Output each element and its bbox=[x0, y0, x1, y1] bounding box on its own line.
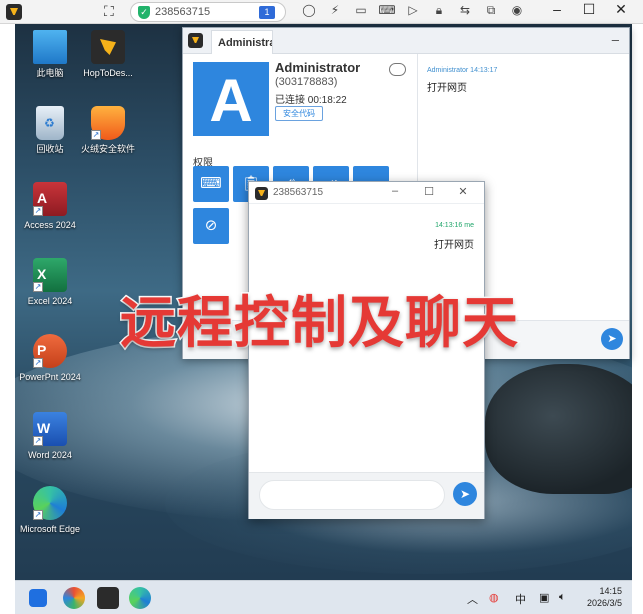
start-windows-icon[interactable] bbox=[29, 589, 47, 607]
app-logo-icon bbox=[255, 187, 268, 200]
minimize-button[interactable]: – bbox=[378, 185, 412, 198]
close-button[interactable]: ✕ bbox=[605, 1, 637, 18]
kangaroo-icon bbox=[91, 30, 125, 64]
desktop-icon-excel[interactable]: X ↗ Excel 2024 bbox=[15, 258, 85, 307]
send-icon: ➤ bbox=[607, 333, 617, 345]
maximize-button[interactable]: ☐ bbox=[573, 1, 605, 18]
maximize-button[interactable]: ☐ bbox=[412, 185, 446, 198]
send-button[interactable]: ➤ bbox=[453, 482, 477, 506]
send-icon: ➤ bbox=[459, 487, 471, 501]
chat-icon[interactable] bbox=[389, 63, 406, 76]
monitor-badge[interactable]: 1 bbox=[259, 6, 275, 19]
chat-icon[interactable]: ◯ bbox=[296, 3, 322, 18]
desktop-icon-edge[interactable]: ↗ Microsoft Edge bbox=[15, 486, 85, 535]
hoptodesk-taskbar-icon[interactable] bbox=[97, 587, 119, 609]
huorong-shield-icon: ↗ bbox=[91, 106, 125, 140]
lock-icon[interactable]: 🔒︎ bbox=[426, 3, 452, 18]
clock-time: 14:15 bbox=[599, 586, 622, 596]
send-button[interactable]: ➤ bbox=[601, 328, 623, 350]
desktop-icon-label: Excel 2024 bbox=[27, 296, 73, 306]
block-permission-button[interactable]: ⊘ bbox=[193, 208, 229, 244]
desktop-icon-label: Microsoft Edge bbox=[19, 524, 81, 534]
word-icon: W ↗ bbox=[33, 412, 67, 446]
title-bar: 238563715 – ☐ ✕ bbox=[249, 182, 484, 204]
app-logo-icon bbox=[188, 33, 203, 48]
window-title: 238563715 bbox=[273, 187, 324, 198]
window-controls: – ☐ ✕ bbox=[378, 185, 480, 198]
user-name: Administrator bbox=[275, 60, 361, 75]
message-meta: 14:13:16 me bbox=[435, 222, 474, 229]
minimize-button[interactable]: – bbox=[612, 32, 619, 47]
desktop-icon-word[interactable]: W ↗ Word 2024 bbox=[15, 412, 85, 461]
recycle-bin-icon: ♻ bbox=[36, 106, 64, 140]
desktop-icon-label: PowerPnt 2024 bbox=[19, 372, 81, 382]
window-controls: – ☐ ✕ bbox=[541, 1, 637, 18]
screen-icon[interactable]: ⧉ bbox=[478, 3, 504, 18]
desktop-icon-powerpoint[interactable]: P ↗ PowerPnt 2024 bbox=[15, 334, 85, 383]
session-id-pill[interactable]: ✓ 238563715 1 bbox=[130, 2, 286, 22]
shortcut-arrow-icon: ↗ bbox=[33, 436, 43, 446]
input-language[interactable]: 中 bbox=[515, 591, 526, 607]
session-id: 238563715 bbox=[155, 6, 211, 18]
video-icon[interactable]: ▷ bbox=[400, 3, 426, 18]
avatar: A bbox=[193, 62, 269, 136]
wallpaper-rock bbox=[485, 364, 632, 494]
toolbar-icons: ◯ ⚡ ▭ ⌨ ▷ 🔒︎ ⇆ ⧉ ◉ bbox=[296, 3, 530, 18]
clock-date: 2026/3/5 bbox=[586, 598, 622, 608]
remote-toolbar: ⛶ ✓ 238563715 1 ◯ ⚡ ▭ ⌨ ▷ 🔒︎ ⇆ ⧉ ◉ – ☐ ✕ bbox=[0, 0, 643, 24]
powerpoint-icon: P ↗ bbox=[33, 334, 67, 368]
network-icon[interactable]: ▣ bbox=[539, 591, 549, 604]
desktop-icon-hoptodesk[interactable]: HopToDes... bbox=[73, 30, 143, 79]
desktop-icon-huorong[interactable]: ↗ 火绒安全软件 bbox=[73, 106, 143, 155]
shortcut-arrow-icon: ↗ bbox=[91, 130, 101, 140]
desktop-icon-label: 火绒安全软件 bbox=[80, 144, 135, 154]
monitor-icon[interactable]: ▭ bbox=[348, 3, 374, 18]
eye-icon[interactable]: ◉ bbox=[504, 3, 530, 18]
tab-administrator[interactable]: Administrator bbox=[211, 30, 273, 54]
minimize-button[interactable]: – bbox=[541, 1, 573, 18]
chat-sender-meta: Administrator 14:13:17 bbox=[427, 67, 498, 74]
app-logo-icon bbox=[6, 4, 22, 20]
edge-taskbar-icon[interactable] bbox=[129, 587, 151, 609]
shortcut-arrow-icon: ↗ bbox=[33, 206, 43, 216]
access-icon: A ↗ bbox=[33, 182, 67, 216]
shortcut-arrow-icon: ↗ bbox=[33, 282, 43, 292]
clock[interactable]: 14:15 2026/3/5 bbox=[587, 585, 622, 609]
volume-icon[interactable]: 🔈︎ bbox=[559, 591, 566, 604]
lightning-icon[interactable]: ⚡ bbox=[322, 3, 348, 18]
monitor-icon bbox=[33, 30, 67, 64]
taskbar: ︿ ◍ 中 ▣ 🔈︎ 14:15 2026/3/5 bbox=[15, 580, 632, 614]
settings-icon[interactable] bbox=[63, 587, 85, 609]
user-id: (303178883) bbox=[275, 76, 338, 88]
screen: ⛶ ✓ 238563715 1 ◯ ⚡ ▭ ⌨ ▷ 🔒︎ ⇆ ⧉ ◉ – ☐ ✕ bbox=[0, 0, 643, 614]
chevron-up-icon[interactable]: ︿ bbox=[467, 591, 478, 607]
connection-status: 已连接 00:18:22 bbox=[275, 95, 347, 106]
desktop-icon-label: Access 2024 bbox=[24, 220, 76, 230]
shortcut-arrow-icon: ↗ bbox=[33, 510, 43, 520]
keyboard-icon: ⌨ bbox=[200, 175, 222, 192]
desktop-icon-access[interactable]: A ↗ Access 2024 bbox=[15, 182, 85, 231]
close-button[interactable]: ✕ bbox=[446, 185, 480, 198]
chat-message: 打开网页 bbox=[434, 240, 474, 251]
overlay-caption: 远程控制及聊天 bbox=[119, 290, 520, 358]
chat-input[interactable] bbox=[259, 480, 445, 510]
shortcut-arrow-icon: ↗ bbox=[33, 358, 43, 368]
chat-message: 打开网页 bbox=[427, 83, 467, 94]
block-icon: ⊘ bbox=[204, 217, 218, 234]
security-code-button[interactable]: 安全代码 bbox=[275, 106, 323, 121]
keyboard-permission-button[interactable]: ⌨ bbox=[193, 166, 229, 202]
fullscreen-icon[interactable]: ⛶ bbox=[104, 3, 114, 20]
desktop-icon-label: HopToDes... bbox=[83, 68, 133, 78]
tab-bar: Administrator – bbox=[183, 28, 629, 54]
swap-icon[interactable]: ⇆ bbox=[452, 3, 478, 18]
excel-icon: X ↗ bbox=[33, 258, 67, 292]
notification-icon[interactable]: ◍ bbox=[489, 591, 499, 604]
keyboard-icon[interactable]: ⌨ bbox=[374, 3, 400, 18]
desktop-icon-label: Word 2024 bbox=[28, 450, 72, 460]
edge-icon: ↗ bbox=[33, 486, 67, 520]
shield-icon: ✓ bbox=[138, 6, 150, 19]
